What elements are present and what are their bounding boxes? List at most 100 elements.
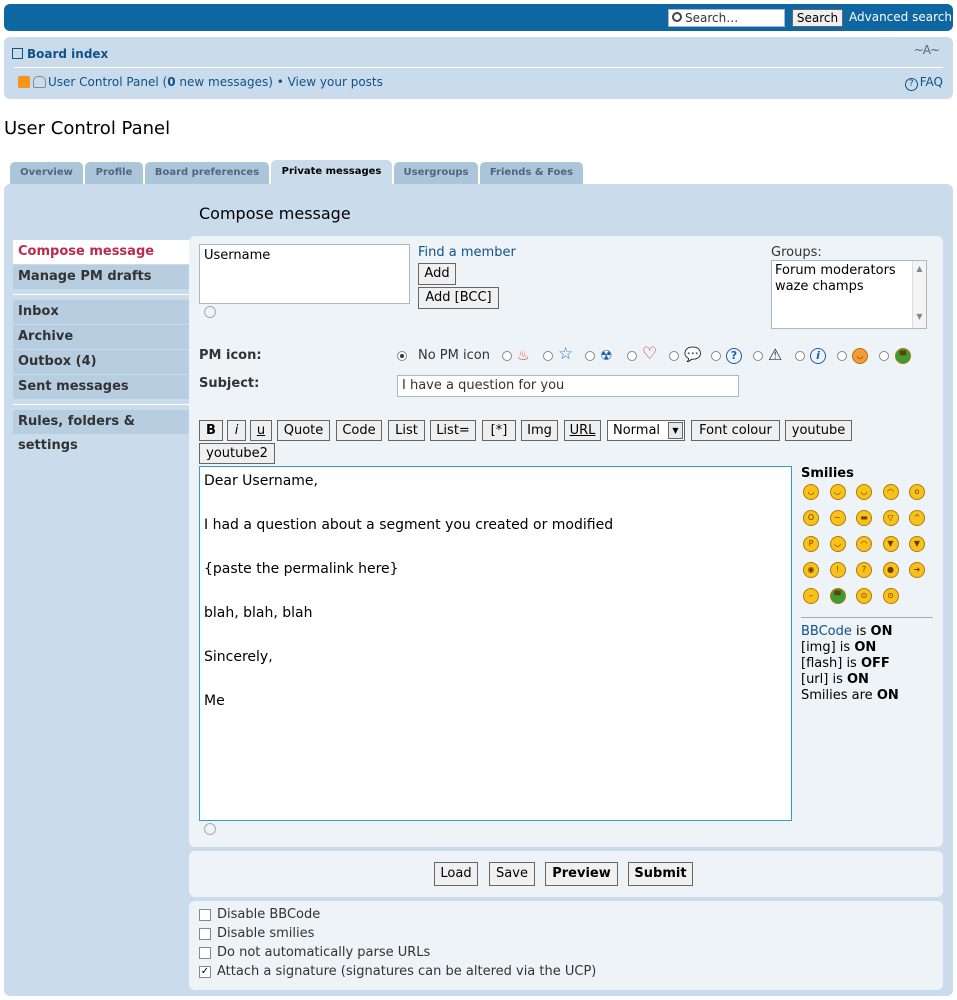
disable-urls-checkbox[interactable] bbox=[199, 947, 211, 959]
submit-button[interactable]: Submit bbox=[628, 862, 693, 886]
geek-smiley-icon[interactable]: ⊙ bbox=[856, 588, 872, 604]
save-button[interactable]: Save bbox=[489, 862, 535, 886]
underline-button[interactable]: u bbox=[250, 420, 272, 441]
advanced-search-link[interactable]: Advanced search bbox=[849, 10, 952, 24]
question-smiley-icon[interactable]: ? bbox=[856, 562, 872, 578]
pm-icon-radio[interactable] bbox=[879, 351, 889, 361]
exclaim-smiley-icon[interactable]: ! bbox=[829, 562, 846, 578]
idea-smiley-icon[interactable]: ● bbox=[882, 562, 899, 578]
add-bcc-button[interactable]: Add [BCC] bbox=[418, 287, 499, 309]
attach-signature-checkbox[interactable]: ✓ bbox=[199, 966, 211, 978]
heart-icon: ♡ bbox=[642, 344, 658, 364]
find-member-link[interactable]: Find a member bbox=[418, 245, 516, 260]
url-button[interactable]: URL bbox=[564, 420, 601, 441]
disable-bbcode-checkbox[interactable] bbox=[199, 909, 211, 921]
bold-button[interactable]: B bbox=[199, 420, 223, 441]
font-size-toggle[interactable]: ~A~ bbox=[914, 43, 940, 57]
redface-smiley-icon[interactable]: ◡ bbox=[829, 536, 846, 552]
rss-icon[interactable] bbox=[18, 76, 30, 88]
cry-smiley-icon[interactable]: ◠ bbox=[856, 536, 872, 552]
resize-grip-icon[interactable] bbox=[204, 306, 216, 318]
list-item-button[interactable]: [*] bbox=[482, 420, 516, 441]
list-button[interactable]: List bbox=[388, 420, 425, 441]
scrollbar[interactable]: ▲ ▼ bbox=[912, 261, 926, 328]
tab-friends-foes[interactable]: Friends & Foes bbox=[480, 162, 583, 184]
load-button[interactable]: Load bbox=[434, 862, 478, 886]
cool-smiley-icon[interactable]: ▬ bbox=[856, 510, 872, 526]
eek-smiley-icon[interactable]: O bbox=[803, 510, 819, 526]
search-button[interactable]: Search bbox=[792, 9, 843, 27]
disable-smilies-checkbox[interactable] bbox=[199, 928, 211, 940]
rolleyes-smiley-icon[interactable]: ◉ bbox=[803, 562, 819, 578]
faq-icon: ? bbox=[904, 78, 918, 91]
tab-overview[interactable]: Overview bbox=[10, 162, 83, 184]
tab-private-messages[interactable]: Private messages bbox=[271, 160, 392, 184]
evil-smiley-icon[interactable]: ▼ bbox=[882, 536, 899, 552]
groups-select[interactable]: Forum moderators waze champs ▲ ▼ bbox=[771, 260, 927, 329]
bbcode-link[interactable]: BBCode bbox=[801, 624, 852, 639]
message-line bbox=[204, 580, 787, 602]
code-button[interactable]: Code bbox=[336, 420, 382, 441]
faq-link[interactable]: ? FAQ bbox=[904, 75, 943, 91]
font-colour-button[interactable]: Font colour bbox=[691, 420, 780, 441]
font-size-select[interactable]: Normal ▼ bbox=[607, 420, 685, 441]
bbcode-status: BBCode is ON [img] is ON [flash] is OFF … bbox=[801, 624, 899, 703]
pm-icon-radio[interactable] bbox=[753, 351, 763, 361]
message-line: blah, blah, blah bbox=[204, 605, 313, 621]
add-button[interactable]: Add bbox=[418, 263, 456, 285]
view-posts-link[interactable]: View your posts bbox=[288, 75, 383, 89]
subject-input[interactable]: I have a question for you bbox=[397, 375, 739, 397]
pm-icon-radio[interactable] bbox=[711, 351, 721, 361]
message-editor[interactable]: Dear Username, I had a question about a … bbox=[199, 466, 792, 821]
question-icon: ? bbox=[726, 348, 742, 364]
wink-smiley-icon[interactable]: ◡ bbox=[856, 484, 872, 500]
group-option[interactable]: waze champs bbox=[775, 279, 923, 295]
pm-icon-radio[interactable] bbox=[397, 351, 407, 361]
search-input[interactable]: Search… bbox=[668, 9, 785, 27]
arrow-smiley-icon[interactable]: ➔ bbox=[909, 562, 925, 578]
italic-button[interactable]: i bbox=[227, 420, 246, 441]
youtube-button[interactable]: youtube bbox=[785, 420, 852, 441]
tab-usergroups[interactable]: Usergroups bbox=[394, 162, 478, 184]
mad-smiley-icon[interactable]: ^ bbox=[909, 510, 925, 526]
confused-smiley-icon[interactable]: ~ bbox=[829, 510, 846, 526]
pm-icon-radio[interactable] bbox=[585, 351, 595, 361]
neutral-smiley-icon[interactable]: – bbox=[803, 588, 819, 604]
pm-icon-radio[interactable] bbox=[502, 351, 512, 361]
recipient-input[interactable]: Username bbox=[199, 244, 410, 304]
razz-smiley-icon[interactable]: P bbox=[803, 536, 819, 552]
pm-icon-radio[interactable] bbox=[837, 351, 847, 361]
youtube2-button[interactable]: youtube2 bbox=[199, 443, 275, 464]
sidebar-item-compose[interactable]: Compose message bbox=[13, 240, 189, 264]
group-option[interactable]: Forum moderators bbox=[775, 263, 923, 279]
biggrin-smiley-icon[interactable]: ◡ bbox=[803, 484, 819, 500]
uber-geek-smiley-icon[interactable]: ⊙ bbox=[882, 588, 899, 604]
pm-icon-radio[interactable] bbox=[543, 351, 553, 361]
board-index-link[interactable]: Board index bbox=[12, 47, 108, 61]
pm-icon-radio[interactable] bbox=[669, 351, 679, 361]
message-line bbox=[204, 668, 787, 690]
preview-button[interactable]: Preview bbox=[545, 862, 618, 886]
tab-profile[interactable]: Profile bbox=[85, 162, 143, 184]
img-button[interactable]: Img bbox=[521, 420, 558, 441]
ucp-link[interactable]: User Control Panel (0 new messages) bbox=[48, 75, 273, 89]
tab-board-preferences[interactable]: Board preferences bbox=[145, 162, 269, 184]
sidebar-item-archive[interactable]: Archive bbox=[13, 325, 189, 349]
sidebar-item-sent[interactable]: Sent messages bbox=[13, 375, 189, 399]
disable-urls-label: Do not automatically parse URLs bbox=[217, 945, 431, 960]
sidebar-item-rules[interactable]: Rules, folders & settings bbox=[13, 410, 189, 453]
twisted-smiley-icon[interactable]: ▼ bbox=[909, 536, 925, 552]
sidebar-item-inbox[interactable]: Inbox bbox=[13, 300, 189, 324]
pm-icon-radio[interactable] bbox=[627, 351, 637, 361]
pm-icon-radio[interactable] bbox=[795, 351, 805, 361]
quote-button[interactable]: Quote bbox=[277, 420, 330, 441]
surprised-smiley-icon[interactable]: o bbox=[909, 484, 925, 500]
sad-smiley-icon[interactable]: ◠ bbox=[882, 484, 899, 500]
mrgreen-smiley-icon[interactable]: ▀ bbox=[829, 588, 846, 604]
ordered-list-button[interactable]: List= bbox=[430, 420, 476, 441]
smile-smiley-icon[interactable]: ◡ bbox=[829, 484, 846, 500]
sidebar-item-drafts[interactable]: Manage PM drafts bbox=[13, 265, 189, 289]
resize-grip-icon[interactable] bbox=[204, 823, 216, 835]
lol-smiley-icon[interactable]: ▽ bbox=[882, 510, 899, 526]
sidebar-item-outbox[interactable]: Outbox (4) bbox=[13, 350, 189, 374]
